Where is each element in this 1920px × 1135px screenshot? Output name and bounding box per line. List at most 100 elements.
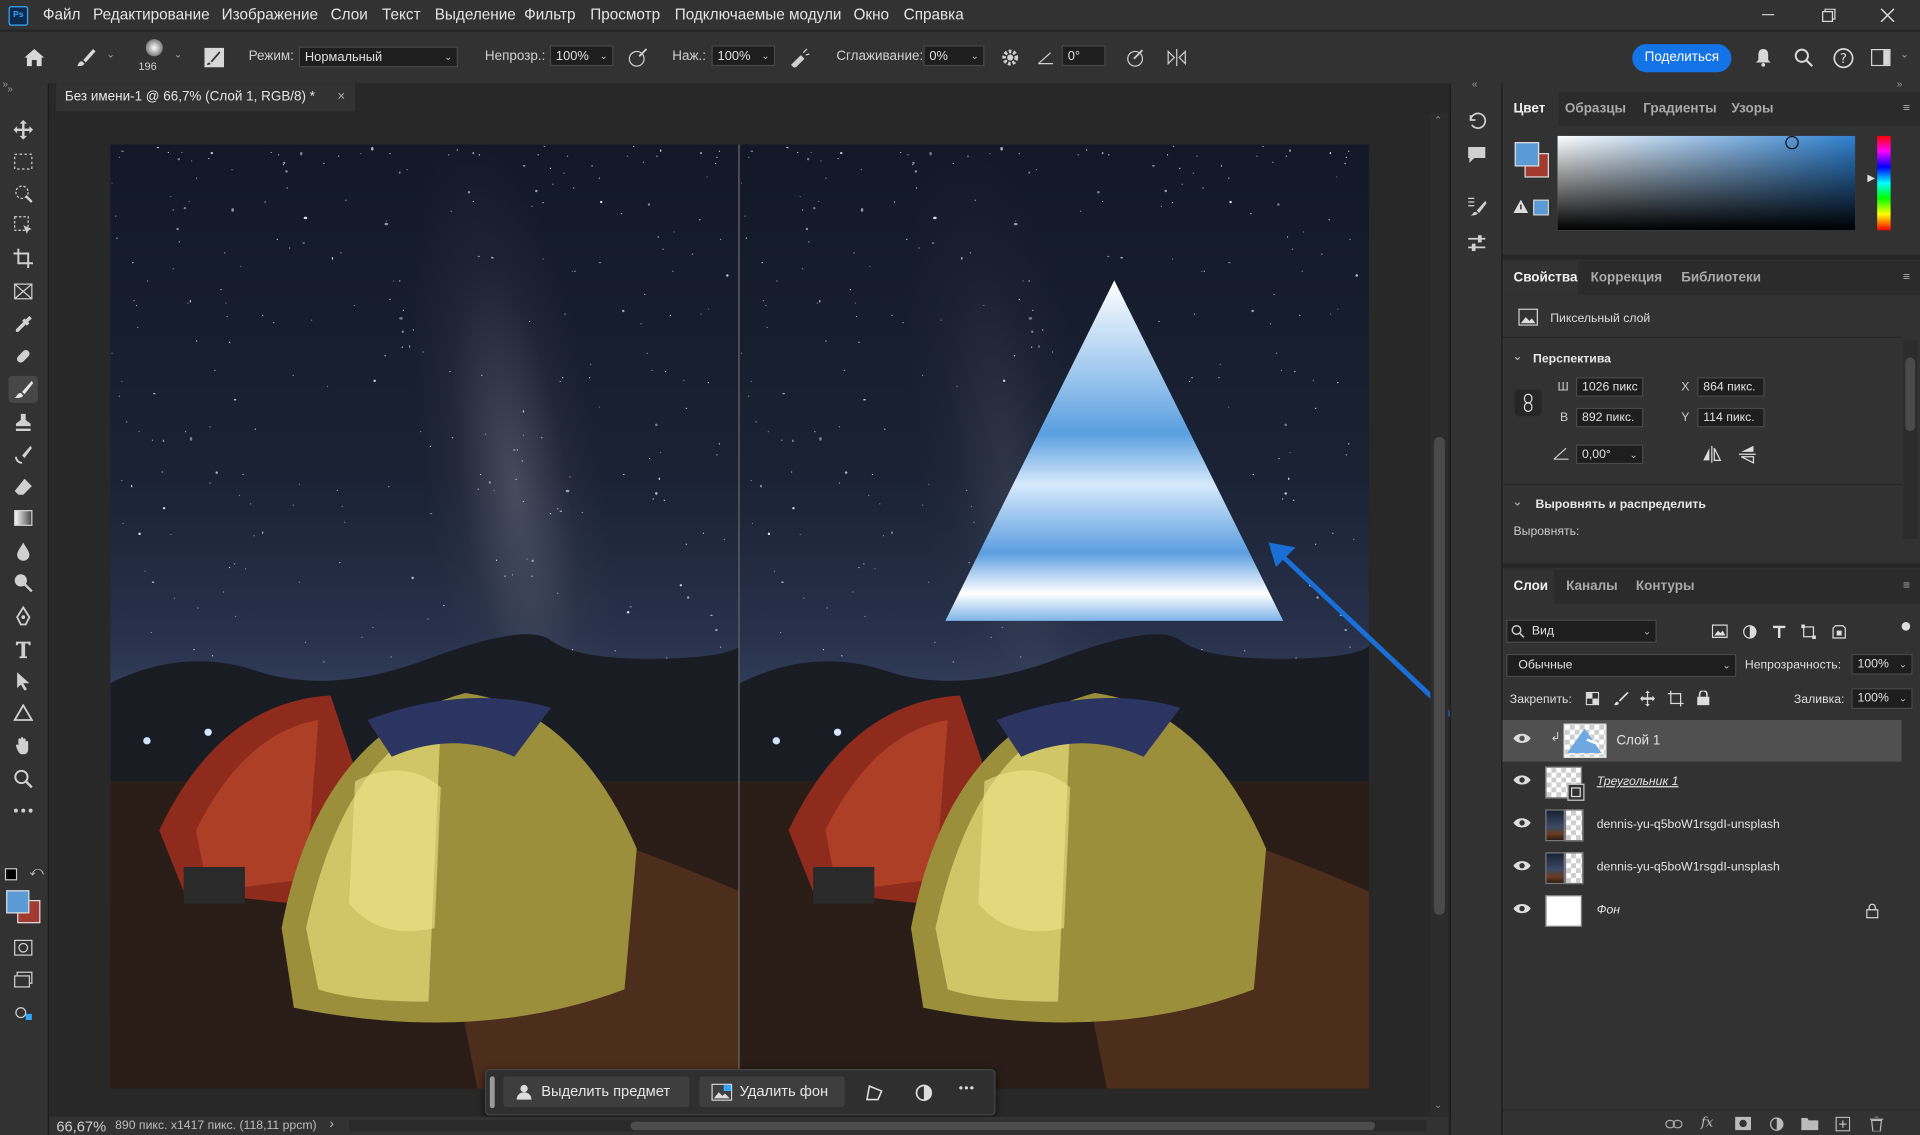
- layer-row[interactable]: Фон: [1502, 890, 1901, 932]
- healing-brush-tool-icon[interactable]: [9, 343, 38, 370]
- layer-name[interactable]: dennis-yu-q5boW1rsgdI-unsplash: [1597, 861, 1780, 874]
- workspace-icon[interactable]: [1869, 45, 1893, 69]
- color-picker-field[interactable]: [1557, 135, 1856, 231]
- visibility-eye-icon[interactable]: [1512, 901, 1532, 921]
- lock-all-icon[interactable]: [1695, 689, 1712, 706]
- move-tool-icon[interactable]: [9, 116, 38, 143]
- tab-layers[interactable]: Слои: [1513, 569, 1548, 603]
- brush-settings-icon[interactable]: [202, 45, 226, 69]
- scrollbar-thumb[interactable]: [1905, 357, 1916, 432]
- foreground-color-swatch[interactable]: [6, 890, 30, 914]
- blur-tool-icon[interactable]: [9, 538, 38, 565]
- brush-panel-icon[interactable]: [1463, 193, 1490, 220]
- eraser-tool-icon[interactable]: [9, 473, 38, 500]
- menu-layers[interactable]: Слои: [331, 6, 368, 23]
- brush-angle-field[interactable]: 0°: [1061, 45, 1106, 67]
- crop-tool-icon[interactable]: [9, 245, 38, 272]
- tab-patterns[interactable]: Узоры: [1731, 92, 1773, 126]
- chevron-down-icon[interactable]: ⌄: [1896, 688, 1911, 709]
- menu-edit[interactable]: Редактирование: [93, 6, 210, 23]
- layer-thumbnail[interactable]: [1545, 809, 1565, 842]
- layer-mask-thumbnail[interactable]: [1564, 852, 1584, 885]
- menu-select[interactable]: Выделение: [435, 6, 516, 23]
- new-layer-icon[interactable]: [1833, 1114, 1853, 1132]
- canvas-horizontal-scrollbar[interactable]: [348, 1120, 1427, 1132]
- layer-row[interactable]: dennis-yu-q5boW1rsgdI-unsplash: [1502, 804, 1901, 846]
- height-field[interactable]: 892 пикс.: [1575, 407, 1644, 428]
- layer-thumbnail[interactable]: [1545, 852, 1565, 885]
- chevron-down-icon[interactable]: ⌄: [1512, 350, 1522, 363]
- section-transform-title[interactable]: Перспектива: [1533, 353, 1611, 366]
- tab-gradients[interactable]: Градиенты: [1643, 92, 1716, 126]
- screen-mode-icon[interactable]: [9, 966, 38, 993]
- history-brush-tool-icon[interactable]: [9, 441, 38, 468]
- object-selection-tool-icon[interactable]: [9, 212, 38, 239]
- document-tab[interactable]: Без имени-1 @ 66,7% (Слой 1, RGB/8) * ×: [56, 83, 356, 112]
- canvas-vertical-scrollbar[interactable]: ⌃ ⌄: [1430, 112, 1449, 1117]
- properties-scrollbar[interactable]: [1902, 340, 1918, 539]
- visibility-eye-icon[interactable]: [1512, 816, 1532, 836]
- chevron-down-icon[interactable]: ⌄: [596, 45, 611, 66]
- chevron-down-icon[interactable]: ⌄: [967, 45, 982, 66]
- select-subject-button[interactable]: Выделить предмет: [503, 1076, 690, 1107]
- type-tool-icon[interactable]: [9, 636, 38, 663]
- menu-plugins[interactable]: Подключаемые модули: [675, 6, 842, 23]
- visibility-eye-icon[interactable]: [1512, 773, 1532, 793]
- flip-horizontal-icon[interactable]: [1701, 444, 1723, 464]
- section-align-title[interactable]: Выровнять и распределить: [1536, 498, 1706, 511]
- adjustment-icon[interactable]: [911, 1081, 935, 1103]
- frame-tool-icon[interactable]: [9, 278, 38, 305]
- menu-file[interactable]: Файл: [43, 6, 81, 23]
- collapse-arrows-icon[interactable]: »: [2, 78, 7, 89]
- tab-paths[interactable]: Контуры: [1636, 569, 1695, 603]
- swap-colors-icon[interactable]: ⤺: [29, 864, 43, 880]
- x-field[interactable]: 864 пикс.: [1697, 377, 1765, 397]
- restore-icon[interactable]: [1818, 5, 1838, 25]
- pen-tool-icon[interactable]: [9, 602, 38, 629]
- brush-tip-preview[interactable]: [145, 39, 163, 57]
- hue-slider-handle[interactable]: ▶: [1867, 173, 1875, 184]
- symmetry-icon[interactable]: [1164, 45, 1188, 69]
- color-picker-handle[interactable]: [1785, 135, 1799, 150]
- filter-pixel-icon[interactable]: [1709, 622, 1729, 640]
- chevron-down-icon[interactable]: ⌄: [107, 49, 115, 60]
- tab-swatches[interactable]: Образцы: [1565, 92, 1626, 126]
- edit-toolbar-icon[interactable]: [9, 999, 38, 1026]
- panel-menu-icon[interactable]: ≡: [1903, 102, 1910, 115]
- menu-image[interactable]: Изображение: [222, 6, 318, 23]
- panel-menu-icon[interactable]: ≡: [1903, 579, 1910, 592]
- layer-name[interactable]: Треугольник 1: [1597, 775, 1679, 788]
- clone-stamp-tool-icon[interactable]: [9, 409, 38, 436]
- link-layers-icon[interactable]: [1664, 1114, 1684, 1132]
- default-colors-icon[interactable]: [4, 868, 18, 881]
- chevron-down-icon[interactable]: ⌄: [1896, 654, 1911, 675]
- filter-adjustment-icon[interactable]: [1740, 622, 1760, 640]
- airbrush-icon[interactable]: [787, 45, 811, 69]
- visibility-eye-icon[interactable]: [1512, 858, 1532, 878]
- collapse-arrows-icon[interactable]: »: [1897, 78, 1902, 89]
- width-field[interactable]: 1026 пикс: [1575, 377, 1644, 397]
- filter-type-icon[interactable]: [1769, 622, 1789, 640]
- more-tools-icon[interactable]: [9, 797, 38, 824]
- pressure-size-icon[interactable]: [1124, 45, 1148, 69]
- remove-background-button[interactable]: Удалить фон: [699, 1076, 845, 1107]
- more-options-icon[interactable]: •••: [959, 1082, 976, 1095]
- status-menu-arrow[interactable]: ›: [329, 1117, 333, 1132]
- layer-thumbnail[interactable]: [1563, 723, 1607, 758]
- panel-menu-icon[interactable]: ≡: [1903, 271, 1910, 284]
- layer-row[interactable]: ↲ Слой 1: [1502, 720, 1902, 762]
- chevron-down-icon[interactable]: ⌄: [1512, 496, 1522, 509]
- lock-icon[interactable]: [1865, 902, 1880, 918]
- gradient-tool-icon[interactable]: [9, 504, 38, 531]
- collapse-arrows-icon[interactable]: «: [1472, 78, 1477, 89]
- new-group-icon[interactable]: [1800, 1114, 1820, 1132]
- close-window-icon[interactable]: [1877, 5, 1897, 25]
- layer-name[interactable]: dennis-yu-q5boW1rsgdI-unsplash: [1597, 818, 1780, 831]
- filter-smart-object-icon[interactable]: [1829, 622, 1849, 640]
- lock-transparency-icon[interactable]: [1583, 689, 1600, 706]
- scroll-down-icon[interactable]: ⌄: [1434, 1100, 1442, 1111]
- transform-icon[interactable]: [861, 1081, 885, 1103]
- tab-properties[interactable]: Свойства: [1513, 261, 1577, 295]
- hand-tool-icon[interactable]: [9, 732, 38, 759]
- layer-name[interactable]: Фон: [1597, 904, 1620, 917]
